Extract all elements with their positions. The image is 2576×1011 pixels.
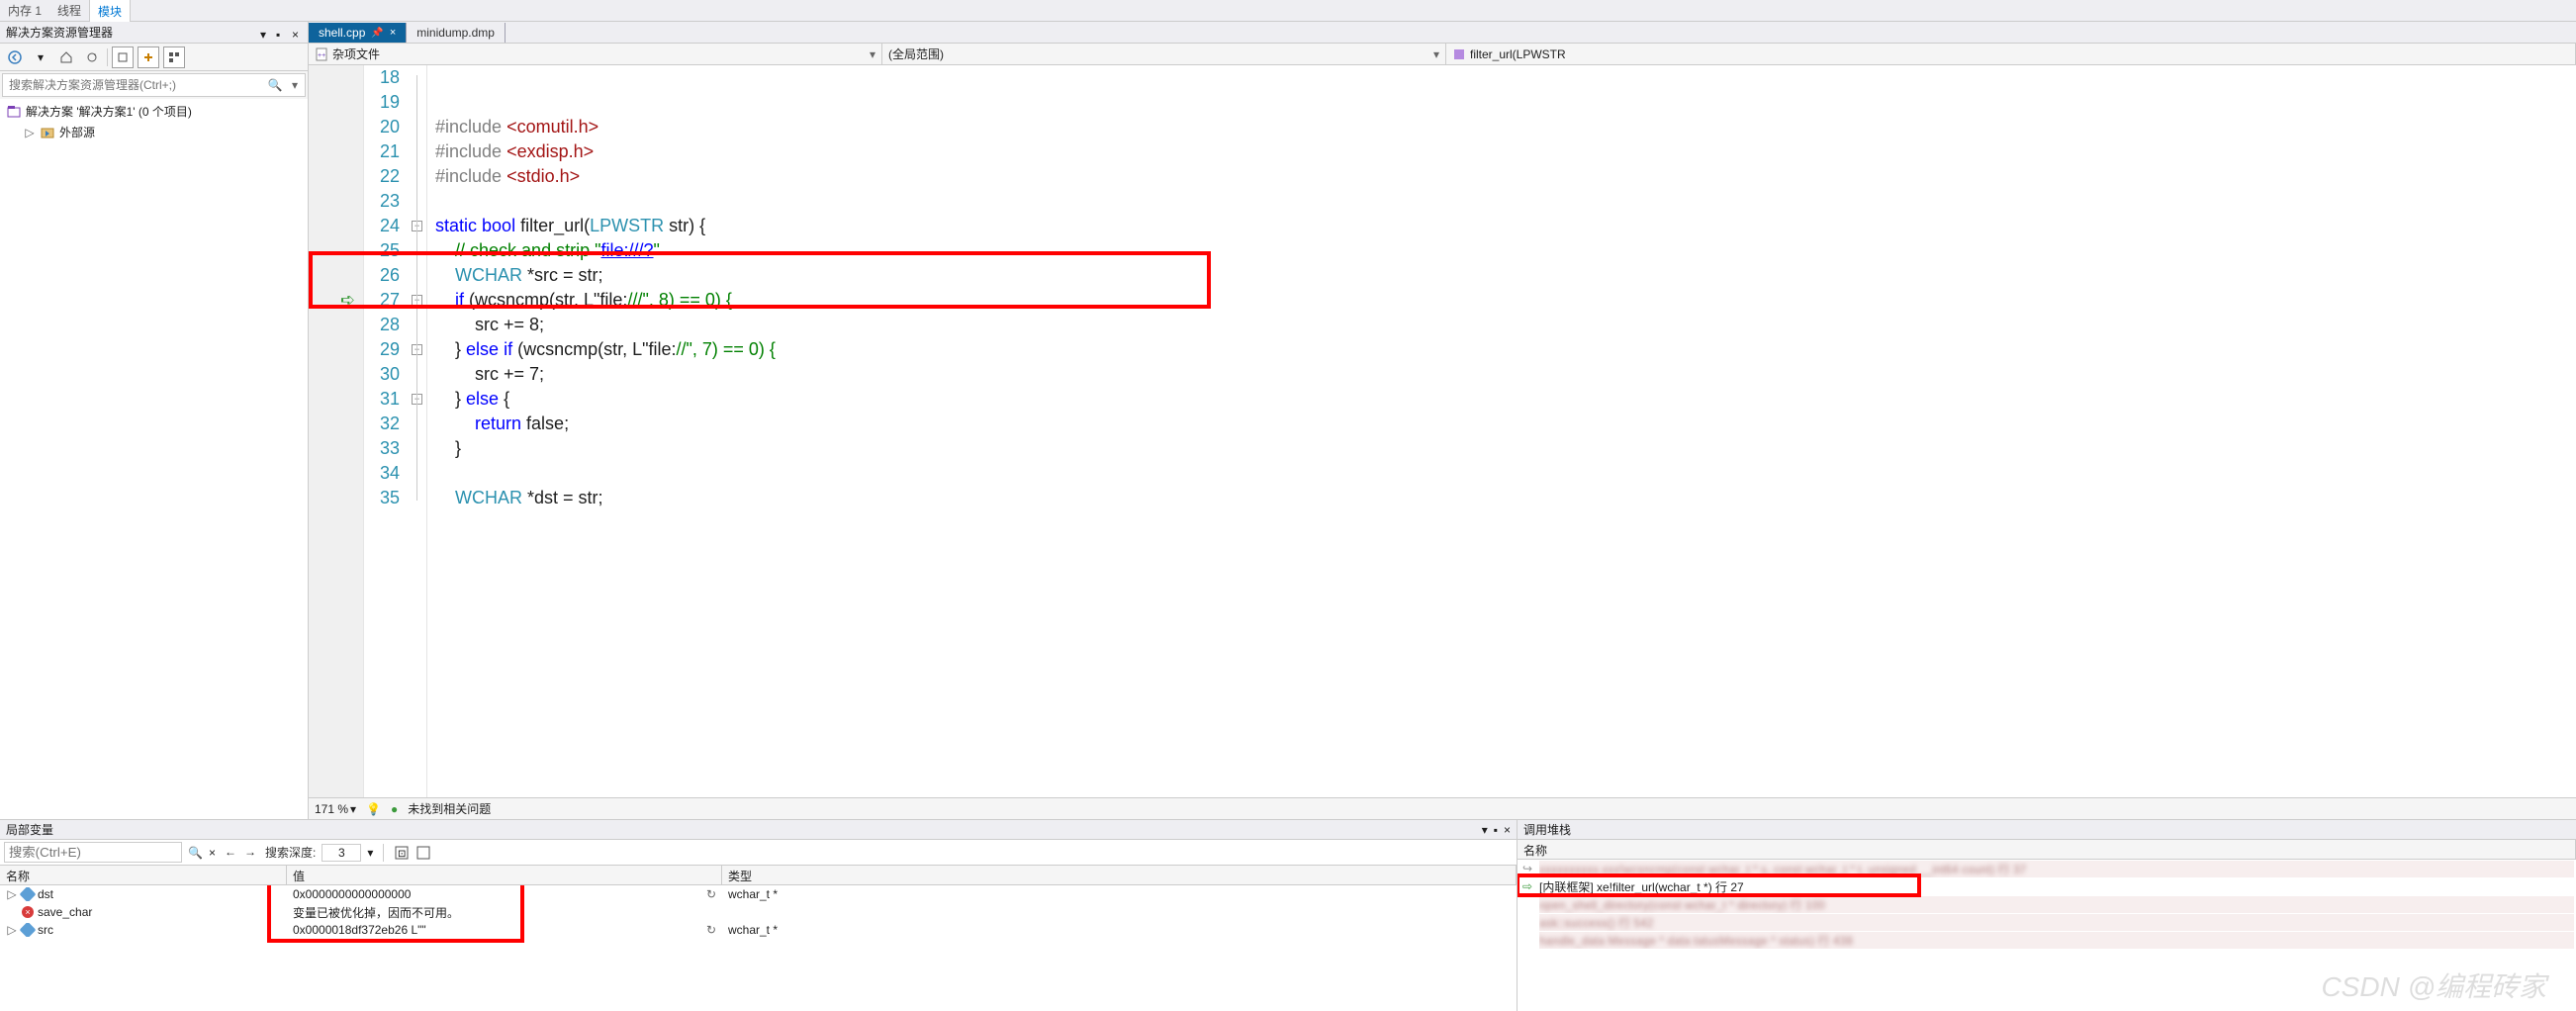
external-sources[interactable]: ▷ 外部源 <box>2 122 306 142</box>
file-tab-label: shell.cpp <box>319 26 365 40</box>
tab-memory[interactable]: 内存 1 <box>0 0 49 22</box>
col-type[interactable]: 类型 <box>722 866 1517 884</box>
file-tab-shell-cpp[interactable]: shell.cpp 📌 × <box>309 23 407 43</box>
callstack-row[interactable]: ⇨[内联框架] xe!filter_url(wchar_t *) 行 27 <box>1518 877 2576 895</box>
solution-root-label: 解决方案 '解决方案1' (0 个项目) <box>26 103 192 120</box>
chevron-down-icon[interactable]: ▾ <box>870 47 875 61</box>
function-icon <box>1452 47 1466 61</box>
pin-icon[interactable]: 📌 <box>371 28 383 39</box>
col-value[interactable]: 值 <box>287 866 722 884</box>
context-project[interactable]: ++ 杂项文件 ▾ <box>309 44 882 64</box>
status-ok-icon: ● <box>391 802 398 816</box>
depth-value[interactable]: 3 <box>322 844 361 862</box>
tool-icon-2[interactable] <box>415 845 431 861</box>
locals-row[interactable]: ×save_char变量已被优化掉，因而不可用。 <box>0 903 1517 921</box>
locals-search-input[interactable] <box>4 842 182 863</box>
properties-icon[interactable] <box>138 46 159 68</box>
tab-modules[interactable]: 模块 <box>89 0 131 23</box>
close-icon[interactable]: × <box>1504 823 1511 837</box>
refresh-icon[interactable]: ↻ <box>706 887 716 901</box>
callstack-row[interactable]: ask::success() 行 542 <box>1518 913 2576 931</box>
context-function[interactable]: filter_url(LPWSTR <box>1446 44 2576 64</box>
search-icon[interactable]: 🔍 <box>265 78 285 92</box>
depth-label: 搜索深度: <box>265 844 316 861</box>
exec-pointer-icon: ➪ <box>340 290 355 311</box>
chevron-down-icon[interactable]: ▾ <box>367 846 373 860</box>
close-icon[interactable]: × <box>390 27 396 39</box>
callstack-title: 调用堆栈 <box>1523 821 1571 838</box>
lightbulb-icon[interactable]: 💡 <box>366 802 381 816</box>
chevron-down-icon[interactable]: ▾ <box>1433 47 1439 61</box>
svg-text:⊡: ⊡ <box>398 849 406 860</box>
context-scope[interactable]: (全局范围) ▾ <box>882 44 1446 64</box>
col-name[interactable]: 名称 <box>1518 840 2576 859</box>
solution-explorer: 解决方案资源管理器 ▾ ▪ × ▾ 🔍 ▾ <box>0 22 309 819</box>
file-tab-label: minidump.dmp <box>416 26 495 40</box>
variable-icon <box>20 923 37 937</box>
tool-icon-1[interactable]: ⊡ <box>394 845 410 861</box>
external-sources-label: 外部源 <box>59 124 95 140</box>
expander-icon[interactable]: ▷ <box>6 887 18 901</box>
dropdown-icon[interactable]: ▾ <box>30 46 51 68</box>
variable-icon <box>20 887 37 901</box>
expander-icon[interactable]: ▷ <box>24 126 36 139</box>
pin-icon[interactable]: ▪ <box>1494 823 1498 837</box>
file-tab-minidump[interactable]: minidump.dmp <box>407 23 506 43</box>
col-name[interactable]: 名称 <box>0 866 287 884</box>
back-icon[interactable] <box>4 46 26 68</box>
refresh-icon[interactable]: ↻ <box>706 923 716 937</box>
callstack-pane: 调用堆栈 名称 ↪xxxxxxxxxx.xxx!wcsncmp(const wc… <box>1518 820 2576 1011</box>
close-icon[interactable]: × <box>292 28 302 38</box>
solution-explorer-title: 解决方案资源管理器 <box>6 24 113 41</box>
search-icon[interactable]: 🔍 <box>188 846 203 860</box>
callstack-row[interactable]: ↪xxxxxxxxxx.xxx!wcsncmp(const wchar_t * … <box>1518 860 2576 877</box>
tab-threads[interactable]: 线程 <box>49 0 89 22</box>
home-icon[interactable] <box>55 46 77 68</box>
svg-text:++: ++ <box>318 52 325 59</box>
solution-root[interactable]: 解决方案 '解决方案1' (0 个项目) <box>2 101 306 122</box>
prev-icon[interactable]: ← <box>222 844 239 862</box>
locals-row[interactable]: ▷dst0x0000000000000000 ↻wchar_t * <box>0 885 1517 903</box>
dropdown-icon[interactable]: ▾ <box>1482 823 1488 837</box>
callstack-row[interactable]: handle_data Message * data tatusMessage … <box>1518 931 2576 949</box>
chevron-down-icon[interactable]: ▾ <box>350 802 356 816</box>
chevron-down-icon[interactable]: ▾ <box>285 78 305 92</box>
code-editor[interactable]: ➪ 181920212223242526272829303132333435 −… <box>309 65 2576 797</box>
locals-row[interactable]: ▷src0x0000018df372eb26 L""↻wchar_t * <box>0 921 1517 939</box>
external-sources-icon <box>40 125 55 140</box>
next-icon[interactable]: → <box>241 844 259 862</box>
frame-pointer-icon: ⇨ <box>1519 879 1535 893</box>
sync-icon[interactable] <box>81 46 103 68</box>
cpp-file-icon: ++ <box>315 47 328 61</box>
locals-pane: 局部变量 ▾ ▪ × 🔍 × ← → 搜索深度: 3 ▾ ⊡ <box>0 820 1518 1011</box>
error-icon: × <box>22 906 34 918</box>
locals-title: 局部变量 <box>6 821 53 838</box>
clear-icon[interactable]: × <box>209 846 216 860</box>
frame-pointer-icon: ↪ <box>1519 862 1535 875</box>
status-message: 未找到相关问题 <box>408 800 491 817</box>
collapse-icon[interactable] <box>112 46 134 68</box>
solution-search-input[interactable] <box>3 78 265 92</box>
solution-icon <box>6 104 22 120</box>
expander-icon[interactable]: ▷ <box>6 923 18 937</box>
show-all-icon[interactable] <box>163 46 185 68</box>
callstack-row[interactable]: open_shell_directory(const wchar_t * dir… <box>1518 895 2576 913</box>
zoom-level[interactable]: 171 % ▾ <box>315 802 356 816</box>
dropdown-icon[interactable]: ▾ <box>260 28 270 38</box>
pin-icon[interactable]: ▪ <box>276 28 286 38</box>
